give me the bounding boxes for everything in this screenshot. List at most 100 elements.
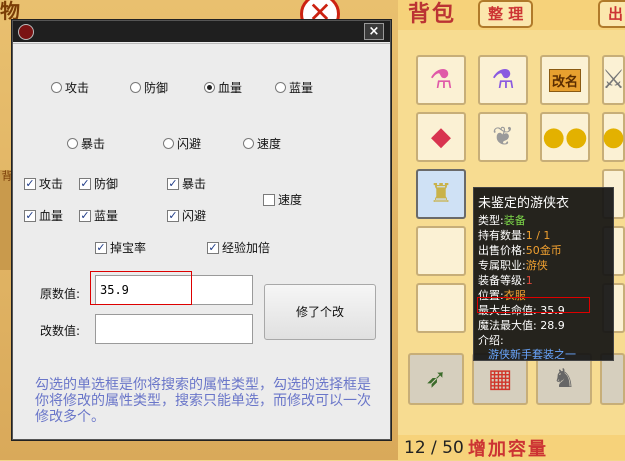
tooltip-class-row: 专属职业:游侠	[478, 257, 548, 273]
modified-value-input[interactable]	[95, 314, 253, 344]
checkbox-checked[interactable]: ✓	[24, 209, 36, 222]
tooltip-price-row: 出售价格:50金币	[478, 242, 562, 258]
check-label: 防御	[94, 177, 119, 191]
radio-label: 速度	[257, 137, 282, 151]
tooltip-value: : 28.9	[533, 319, 565, 332]
modifier-window: × 攻击 防御 血量 蓝量 暴击 闪避 速度 ✓ 攻击 ✓ 防御 ✓ 暴击 速度…	[12, 20, 391, 440]
instruction-text: 勾选的单选框是你将搜索的属性类型，勾选的选择框是你将修改的属性类型，搜索只能单选…	[35, 377, 371, 425]
radio-button[interactable]	[243, 138, 254, 149]
tooltip-value: 1 / 1	[525, 229, 551, 242]
radio-label: 防御	[144, 81, 169, 95]
rename-label: 改名	[548, 68, 581, 92]
modified-value-label: 改数值:	[40, 324, 81, 338]
window-titlebar[interactable]: ×	[13, 21, 390, 42]
inventory-footer: 12 / 50 增加容量	[398, 435, 625, 460]
checkbox-checked[interactable]: ✓	[79, 209, 91, 222]
radio-button[interactable]	[51, 82, 62, 93]
checkbox-checked[interactable]: ✓	[24, 177, 36, 190]
window-close-button[interactable]: ×	[364, 23, 384, 40]
check-label: 蓝量	[94, 209, 119, 223]
inventory-header: 背包 整 理 出	[398, 0, 625, 30]
check-drop-rate[interactable]: ✓ 掉宝率	[95, 239, 146, 256]
check-defense[interactable]: ✓ 防御	[79, 175, 118, 192]
radio-label: 攻击	[65, 81, 90, 95]
check-label: 掉宝率	[110, 241, 147, 255]
tooltip-type-row: 类型:装备	[478, 212, 526, 228]
checkbox-unchecked[interactable]	[263, 193, 275, 206]
inventory-slot[interactable]: ⚗	[416, 55, 466, 105]
tooltip-label: 出售价格:	[478, 244, 526, 257]
rename-scroll-icon: 改名	[542, 57, 588, 103]
tooltip-count-row: 持有数量:1 / 1	[478, 227, 550, 243]
radio-crit[interactable]: 暴击	[67, 135, 105, 152]
radio-speed[interactable]: 速度	[243, 135, 281, 152]
radio-hp[interactable]: 血量	[204, 79, 242, 96]
tooltip-value: 1	[525, 274, 533, 287]
tooltip-label: 持有数量:	[478, 229, 526, 242]
gem-icon: ◆	[431, 122, 451, 152]
potion-pink-icon: ⚗	[429, 65, 453, 95]
check-hp[interactable]: ✓ 血量	[24, 207, 63, 224]
tooltip-value: 50金币	[525, 244, 562, 257]
checkbox-checked[interactable]: ✓	[95, 241, 107, 254]
cake-icon: ▦	[487, 364, 513, 394]
radio-button[interactable]	[67, 138, 78, 149]
item-tooltip: 未鉴定的游侠衣 类型:装备 持有数量:1 / 1 出售价格:50金币 专属职业:…	[473, 187, 614, 361]
radio-button[interactable]	[275, 82, 286, 93]
check-exp-double[interactable]: ✓ 经验加倍	[207, 239, 270, 256]
tooltip-label: 类型:	[478, 214, 504, 227]
radio-label: 血量	[218, 81, 243, 95]
inventory-slot[interactable]	[416, 226, 466, 276]
highlight-box	[90, 271, 192, 305]
checkbox-checked[interactable]: ✓	[79, 177, 91, 190]
inventory-slot[interactable]	[416, 283, 466, 333]
modify-button[interactable]: 修了个改	[264, 284, 376, 340]
radio-label: 暴击	[81, 137, 106, 151]
check-speed[interactable]: 速度	[263, 191, 302, 208]
radio-attack[interactable]: 攻击	[51, 79, 89, 96]
app-icon	[18, 24, 34, 40]
inventory-title: 背包	[408, 1, 457, 27]
check-dodge[interactable]: ✓ 闪避	[167, 207, 206, 224]
radio-dodge[interactable]: 闪避	[163, 135, 201, 152]
radio-defense[interactable]: 防御	[130, 79, 168, 96]
check-label: 暴击	[182, 177, 207, 191]
inventory-slot[interactable]: ⚗	[478, 55, 528, 105]
check-mp[interactable]: ✓ 蓝量	[79, 207, 118, 224]
tooltip-label: 装备等级:	[478, 274, 526, 287]
inventory-slot[interactable]: ➶	[408, 353, 464, 405]
check-attack[interactable]: ✓ 攻击	[24, 175, 63, 192]
potion-purple-icon: ⚗	[491, 65, 515, 95]
armor-icon: ♜	[429, 179, 453, 209]
tooltip-label: 魔法最大值	[478, 319, 533, 332]
inventory-slot[interactable]: ●	[602, 112, 625, 162]
checkbox-checked[interactable]: ✓	[207, 241, 219, 254]
other-tab[interactable]: 出	[598, 0, 625, 28]
radio-button-selected[interactable]	[204, 82, 215, 93]
inventory-slot-selected[interactable]: ♜	[416, 169, 466, 219]
radio-button[interactable]	[130, 82, 141, 93]
inventory-slot[interactable]: ❦	[478, 112, 528, 162]
sword-icon: ⚔	[601, 65, 625, 95]
checkbox-checked[interactable]: ✓	[167, 209, 179, 222]
window-body: 攻击 防御 血量 蓝量 暴击 闪避 速度 ✓ 攻击 ✓ 防御 ✓ 暴击 速度 ✓…	[13, 43, 390, 439]
expand-capacity-button[interactable]: 增加容量	[468, 435, 548, 461]
radio-mp[interactable]: 蓝量	[275, 79, 313, 96]
inventory-slot[interactable]: 改名	[540, 55, 590, 105]
game-title-art: 物	[0, 0, 20, 23]
check-label: 闪避	[182, 209, 207, 223]
sort-button[interactable]: 整 理	[478, 0, 534, 28]
tooltip-value: 游侠	[525, 259, 548, 272]
tooltip-mp-row: 魔法最大值: 28.9	[478, 317, 565, 333]
wing-icon: ❦	[492, 122, 514, 152]
checkbox-checked[interactable]: ✓	[167, 177, 179, 190]
inventory-slot[interactable]: ●●	[540, 112, 590, 162]
radio-button[interactable]	[163, 138, 174, 149]
tooltip-value: 装备	[503, 214, 526, 227]
original-value-label: 原数值:	[40, 287, 81, 301]
inventory-slot[interactable]: ⚔	[602, 55, 625, 105]
check-label: 攻击	[39, 177, 64, 191]
radio-label: 闪避	[177, 137, 202, 151]
inventory-slot[interactable]: ◆	[416, 112, 466, 162]
check-crit[interactable]: ✓ 暴击	[167, 175, 206, 192]
